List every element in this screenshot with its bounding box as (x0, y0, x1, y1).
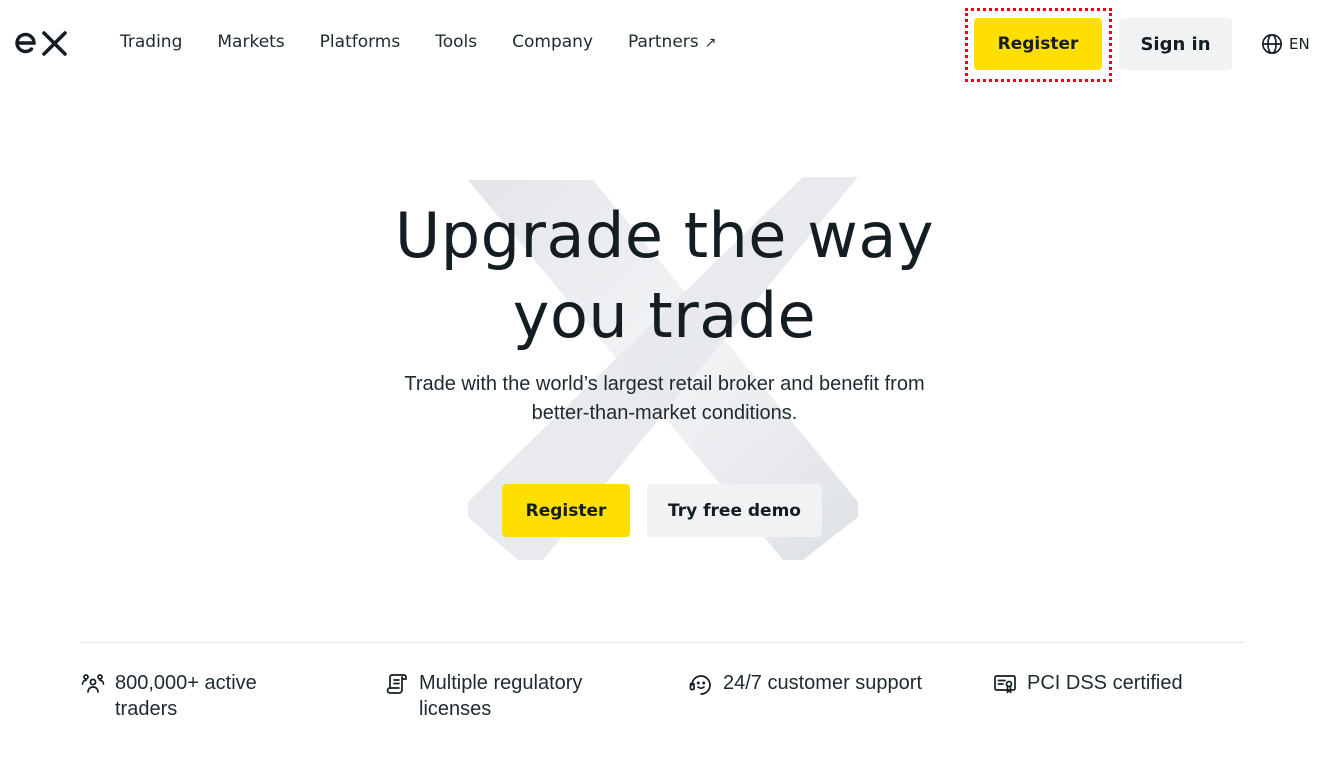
feature-regulatory-licenses: Multiple regulatory licenses (385, 670, 619, 722)
nav-item-company[interactable]: Company (512, 31, 593, 54)
hero-subtitle-line2: better-than-market conditions. (531, 402, 798, 424)
hero-title-line2: you trade (512, 279, 817, 352)
hero-title-line1: Upgrade the way (394, 199, 935, 272)
globe-icon (1262, 34, 1282, 54)
main-nav: Trading Markets Platforms Tools Company … (120, 31, 751, 54)
certificate-icon (994, 675, 1016, 694)
nav-item-markets[interactable]: Markets (217, 31, 284, 54)
nav-item-partners[interactable]: Partners ↗ (628, 31, 716, 54)
users-icon (81, 674, 105, 693)
language-selector[interactable]: EN (1261, 33, 1310, 55)
nav-item-platforms[interactable]: Platforms (320, 31, 401, 54)
feature-active-traders: 800,000+ active traders (81, 670, 285, 722)
section-divider (80, 642, 1244, 643)
feature-pci-dss: PCI DSS certified (993, 670, 1183, 696)
feature-active-traders-text: 800,000+ active traders (115, 672, 257, 720)
hero-title: Upgrade the way you trade (0, 196, 1329, 356)
license-scroll-icon (386, 674, 407, 694)
exness-logo[interactable] (14, 28, 68, 58)
feature-customer-support-text: 24/7 customer support (723, 672, 922, 694)
nav-item-partners-label: Partners (628, 32, 699, 52)
feature-customer-support: 24/7 customer support (689, 670, 922, 696)
hero-subtitle-line1: Trade with the world’s largest retail br… (404, 373, 925, 395)
hero-subtitle: Trade with the world’s largest retail br… (0, 370, 1329, 428)
feature-pci-dss-text: PCI DSS certified (1027, 672, 1183, 694)
sign-in-button[interactable]: Sign in (1119, 18, 1232, 70)
support-headset-icon (689, 675, 711, 695)
header-register-button[interactable]: Register (974, 18, 1102, 70)
feature-regulatory-licenses-text: Multiple regulatory licenses (419, 672, 583, 720)
try-demo-button[interactable]: Try free demo (647, 484, 822, 537)
nav-item-tools[interactable]: Tools (435, 31, 477, 54)
language-code: EN (1289, 35, 1310, 53)
arrow-up-right-icon: ↗ (704, 35, 717, 51)
nav-item-trading[interactable]: Trading (120, 31, 182, 54)
site-header: Trading Markets Platforms Tools Company … (0, 0, 1329, 88)
hero-register-button[interactable]: Register (502, 484, 630, 537)
